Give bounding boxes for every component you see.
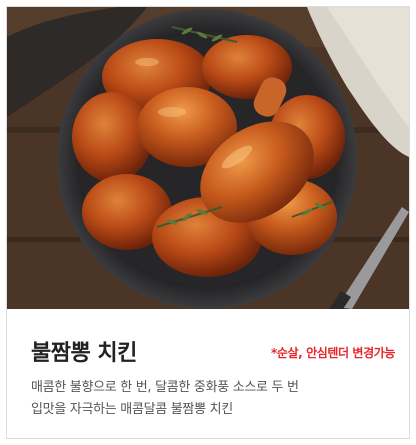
- product-card[interactable]: 불짬뽕 치킨 *순살, 안심텐더 변경가능 매콤한 불향으로 한 번, 달콤한 …: [6, 6, 410, 439]
- product-info: 불짬뽕 치킨 *순살, 안심텐더 변경가능 매콤한 불향으로 한 번, 달콤한 …: [7, 309, 409, 438]
- product-title: 불짬뽕 치킨: [31, 341, 137, 366]
- product-photo: [7, 7, 409, 309]
- product-description: 매콤한 불향으로 한 번, 달콤한 중화풍 소스로 두 번 입맛을 자극하는 매…: [31, 377, 391, 421]
- description-line: 입맛을 자극하는 매콤달콤 불짬뽕 치킨: [31, 402, 233, 417]
- option-note: *순살, 안심텐더 변경가능: [271, 346, 395, 360]
- description-line: 매콤한 불향으로 한 번, 달콤한 중화풍 소스로 두 번: [31, 380, 299, 395]
